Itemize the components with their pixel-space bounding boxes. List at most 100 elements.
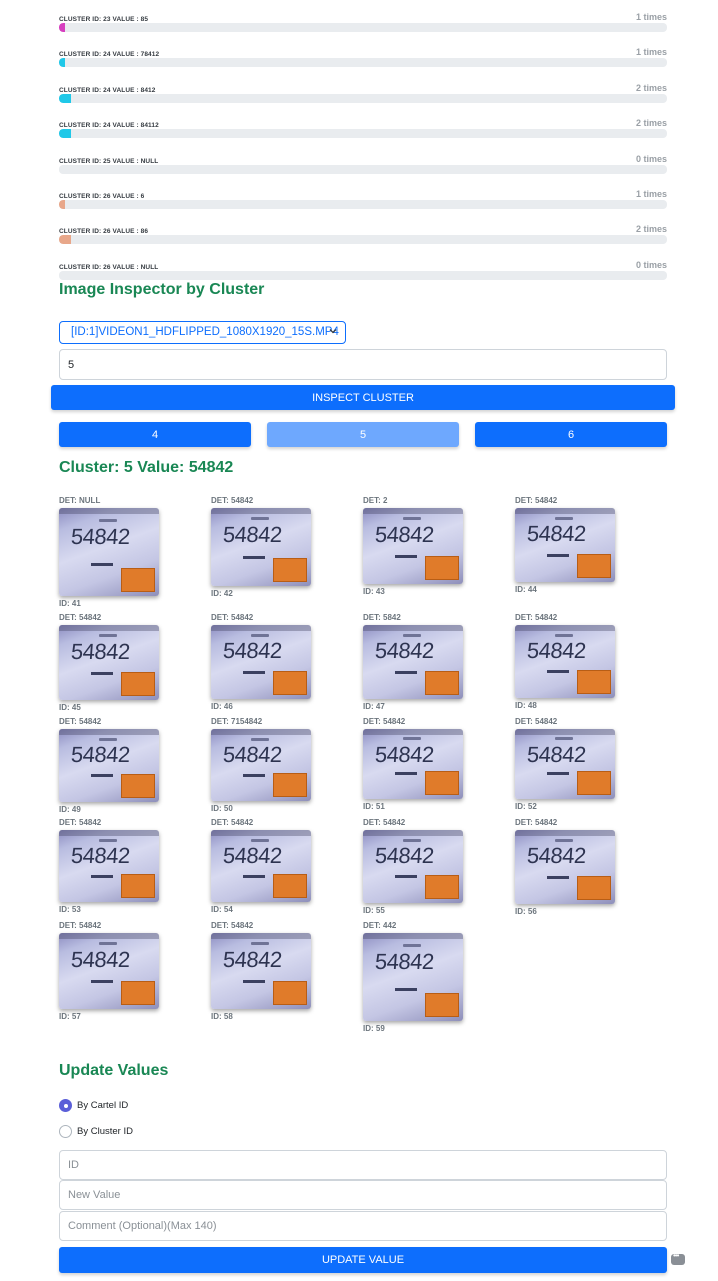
detection-thumbnail[interactable]: 54842 (515, 729, 615, 799)
cluster-bar-track (59, 93, 667, 103)
update-value-button[interactable]: UPDATE VALUE (59, 1247, 667, 1273)
detection-thumbnail[interactable]: 54842 (211, 625, 311, 699)
thumbnail-reading: 54842 (222, 742, 283, 767)
thumbnail-underline (243, 980, 265, 983)
cluster-bar-label: CLUSTER ID: 24 VALUE : 78412 (59, 51, 160, 59)
cluster-bar-times: 1 times (635, 188, 667, 199)
cluster-bar-times: 0 times (635, 153, 667, 164)
thumbnail-underline (91, 563, 113, 566)
detection-id: ID: 45 (59, 703, 81, 712)
thumbnail-caption-mark (251, 517, 269, 520)
detection-thumbnail[interactable]: 54842 (363, 830, 463, 903)
thumbnail-edge (59, 729, 159, 735)
radio-by-cluster-id[interactable] (59, 1125, 72, 1138)
detection-thumbnail[interactable]: 54842 (515, 625, 615, 698)
detection-thumbnail[interactable]: 54842 (59, 625, 159, 700)
next-cluster-button[interactable]: 6 (475, 422, 667, 447)
detection-thumbnail[interactable]: 54842 (59, 830, 159, 902)
thumbnail-caption-mark (99, 738, 117, 741)
thumbnail-orange-tag (425, 556, 459, 580)
thumbnail-orange-tag (273, 874, 307, 898)
detection-thumbnail[interactable]: 54842 (363, 625, 463, 699)
update-values-title: Update Values (59, 1062, 169, 1079)
cluster-bar-times: 0 times (635, 259, 667, 270)
thumbnail-orange-tag (425, 671, 459, 695)
detection-thumbnail[interactable]: 54842 (515, 508, 615, 582)
cluster-bar-track (59, 58, 667, 68)
detection-thumbnail[interactable]: 54842 (211, 933, 311, 1009)
thumbnail-edge (515, 625, 615, 631)
detection-thumbnail[interactable]: 54842 (211, 830, 311, 902)
cluster-bar-label: CLUSTER ID: 26 VALUE : NULL (59, 263, 159, 271)
detection-label: DET: 442 (363, 921, 397, 930)
detection-thumbnail[interactable]: 54842 (211, 729, 311, 801)
comment-input[interactable] (59, 1211, 667, 1241)
thumbnail-caption-mark (555, 839, 573, 842)
thumbnail-caption-mark (251, 738, 269, 741)
cluster-bar-label: CLUSTER ID: 25 VALUE : NULL (59, 157, 159, 165)
thumbnail-edge (211, 625, 311, 631)
cluster-bar-times: 1 times (635, 47, 667, 58)
thumbnail-edge (515, 508, 615, 514)
detection-id: ID: 51 (363, 802, 385, 811)
thumbnail-edge (211, 830, 311, 836)
detection-label: DET: 54842 (515, 818, 558, 827)
thumbnail-orange-tag (577, 670, 611, 694)
thumbnail-underline (395, 772, 417, 775)
detection-id: ID: 46 (211, 702, 233, 711)
cluster-bar-fill (59, 58, 66, 68)
detection-label: DET: NULL (59, 496, 101, 505)
thumbnail-orange-tag (273, 981, 307, 1005)
detection-thumbnail[interactable]: 54842 (211, 508, 311, 586)
thumbnail-underline (395, 875, 417, 878)
thumbnail-orange-tag (273, 773, 307, 797)
detection-label: DET: 2 (363, 496, 388, 505)
cluster-bar-track (59, 235, 667, 245)
thumbnail-reading: 54842 (374, 638, 435, 663)
thumbnail-reading: 54842 (374, 522, 435, 547)
id-input[interactable] (59, 1150, 667, 1180)
cluster-bar-label: CLUSTER ID: 26 VALUE : 6 (59, 192, 145, 200)
detection-thumbnail[interactable]: 54842 (363, 729, 463, 799)
thumbnail-caption-mark (555, 517, 573, 520)
detection-thumbnail[interactable]: 54842 (59, 933, 159, 1009)
video-select[interactable]: [ID:1]VIDEON1_HDFLIPPED_1080X1920_15S.MP… (59, 321, 346, 344)
cluster-bar-row: CLUSTER ID: 26 VALUE : 86 2 times (59, 222, 667, 257)
thumbnail-orange-tag (273, 671, 307, 695)
thumbnail-underline (395, 988, 417, 991)
detection-thumbnail[interactable]: 54842 (363, 508, 463, 584)
cluster-number-input[interactable] (59, 349, 667, 380)
thumbnail-underline (91, 672, 113, 675)
radio-by-cartel-id[interactable] (59, 1099, 72, 1112)
chat-icon[interactable] (671, 1251, 685, 1265)
inspect-cluster-button[interactable]: INSPECT CLUSTER (51, 385, 675, 410)
thumbnail-orange-tag (577, 554, 611, 578)
detection-thumbnail[interactable]: 54842 (515, 830, 615, 904)
detection-thumbnail[interactable]: 54842 (59, 508, 159, 596)
thumbnail-reading: 54842 (374, 843, 435, 868)
thumbnail-caption-mark (403, 839, 421, 842)
thumbnail-caption-mark (99, 519, 117, 522)
detection-thumbnail[interactable]: 54842 (59, 729, 159, 802)
thumbnail-reading: 54842 (70, 843, 131, 868)
thumbnail-underline (547, 876, 569, 879)
detection-id: ID: 57 (59, 1012, 81, 1021)
new-value-input[interactable] (59, 1180, 667, 1210)
thumbnail-orange-tag (121, 774, 155, 798)
cluster-bar-times: 2 times (635, 82, 667, 93)
thumbnail-reading: 54842 (70, 639, 131, 664)
cluster-bar-label: CLUSTER ID: 26 VALUE : 86 (59, 228, 149, 236)
current-cluster-button[interactable]: 5 (267, 422, 459, 447)
thumbnail-edge (211, 508, 311, 514)
thumbnail-orange-tag (425, 993, 459, 1017)
cluster-bar-track (59, 199, 667, 209)
thumbnail-edge (59, 508, 159, 514)
detection-label: DET: 54842 (515, 496, 558, 505)
radio-by-cluster-id-label: By Cluster ID (77, 1126, 133, 1137)
cluster-bar-track (59, 270, 667, 280)
detection-thumbnail[interactable]: 54842 (363, 933, 463, 1021)
cluster-bar-fill (59, 235, 72, 245)
prev-cluster-button[interactable]: 4 (59, 422, 251, 447)
cluster-bar-row: CLUSTER ID: 24 VALUE : 8412 2 times (59, 81, 667, 116)
thumbnail-edge (363, 830, 463, 836)
